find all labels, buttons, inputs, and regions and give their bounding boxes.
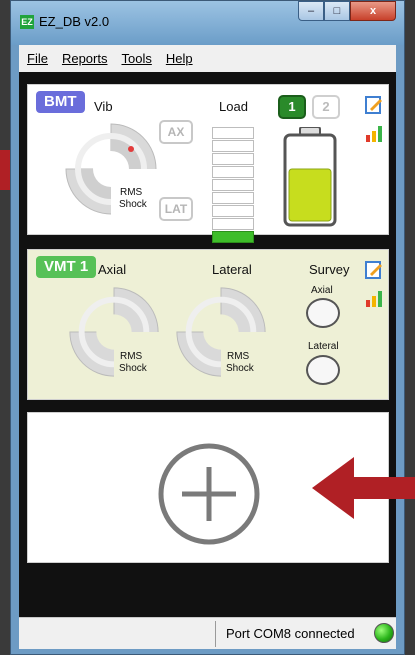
load-segment [212, 179, 254, 191]
bar-chart-icon[interactable] [364, 288, 384, 308]
menu-tools[interactable]: Tools [121, 51, 151, 66]
battery-indicator [283, 127, 337, 227]
load-segment [212, 205, 254, 217]
axial-rms-label: RMS [120, 351, 143, 362]
edit-icon[interactable] [364, 95, 384, 115]
connection-status: Port COM8 connected [226, 626, 355, 641]
load-segment [212, 218, 254, 230]
load-segment [212, 192, 254, 204]
load-segment [212, 153, 254, 165]
close-button[interactable]: x [350, 1, 396, 21]
minimize-button[interactable]: – [298, 1, 324, 21]
lateral-label: Lateral [212, 262, 252, 277]
axial-gauge[interactable] [65, 283, 163, 381]
load-segment [212, 127, 254, 139]
lat-button[interactable]: LAT [159, 197, 193, 221]
connection-indicator-icon [374, 623, 394, 643]
survey-axial-button[interactable] [306, 298, 340, 328]
vmt-tag: VMT 1 [36, 256, 97, 278]
axial-label: Axial [98, 262, 127, 277]
load-segment [212, 231, 254, 243]
sensor-2-button[interactable]: 2 [312, 95, 340, 119]
background-right [405, 0, 415, 655]
axial-shock-label: Shock [119, 363, 147, 374]
maximize-button[interactable]: □ [324, 1, 350, 21]
vmt-panel[interactable]: VMT 1 Axial Lateral Survey RMS Shock RMS… [27, 249, 389, 400]
arrow-left-icon [312, 457, 415, 519]
vib-rms-label: RMS [120, 187, 143, 198]
vib-shock-label: Shock [119, 199, 147, 210]
status-divider [215, 621, 216, 647]
load-segment [212, 166, 254, 178]
app-icon: EZ [20, 15, 34, 29]
menu-file[interactable]: File [27, 51, 48, 66]
lateral-rms-label: RMS [227, 351, 250, 362]
load-meter [212, 127, 254, 244]
window-controls: – □ x [298, 1, 396, 23]
bmt-panel[interactable]: BMT Vib RMS Shock AX LAT Load 1 2 [27, 84, 389, 243]
menu-reports[interactable]: Reports [62, 51, 108, 66]
lateral-shock-label: Shock [226, 363, 254, 374]
app-window: EZ EZ_DB v2.0 – □ x File Reports Tools H… [10, 0, 405, 655]
vib-label: Vib [94, 99, 113, 114]
menu-help[interactable]: Help [166, 51, 193, 66]
bar-chart-icon[interactable] [364, 123, 384, 143]
background-red-marker [0, 150, 10, 190]
edit-icon[interactable] [364, 260, 384, 280]
load-label: Load [219, 99, 248, 114]
survey-lateral-label: Lateral [308, 341, 339, 352]
sensor-1-button[interactable]: 1 [278, 95, 306, 119]
survey-label: Survey [309, 262, 350, 277]
window-title: EZ_DB v2.0 [39, 14, 110, 29]
load-segment [212, 140, 254, 152]
title-bar[interactable]: EZ EZ_DB v2.0 – □ x [11, 1, 404, 45]
ax-button[interactable]: AX [159, 120, 193, 144]
status-bar: Port COM8 connected [19, 617, 396, 649]
add-icon[interactable] [156, 441, 262, 547]
background-left [0, 0, 10, 655]
main-content: BMT Vib RMS Shock AX LAT Load 1 2 VMT 1 … [19, 72, 396, 617]
survey-lateral-button[interactable] [306, 355, 340, 385]
lateral-gauge[interactable] [172, 283, 270, 381]
survey-axial-label: Axial [311, 285, 333, 296]
bmt-tag: BMT [36, 91, 85, 113]
menu-bar: File Reports Tools Help [19, 45, 396, 72]
